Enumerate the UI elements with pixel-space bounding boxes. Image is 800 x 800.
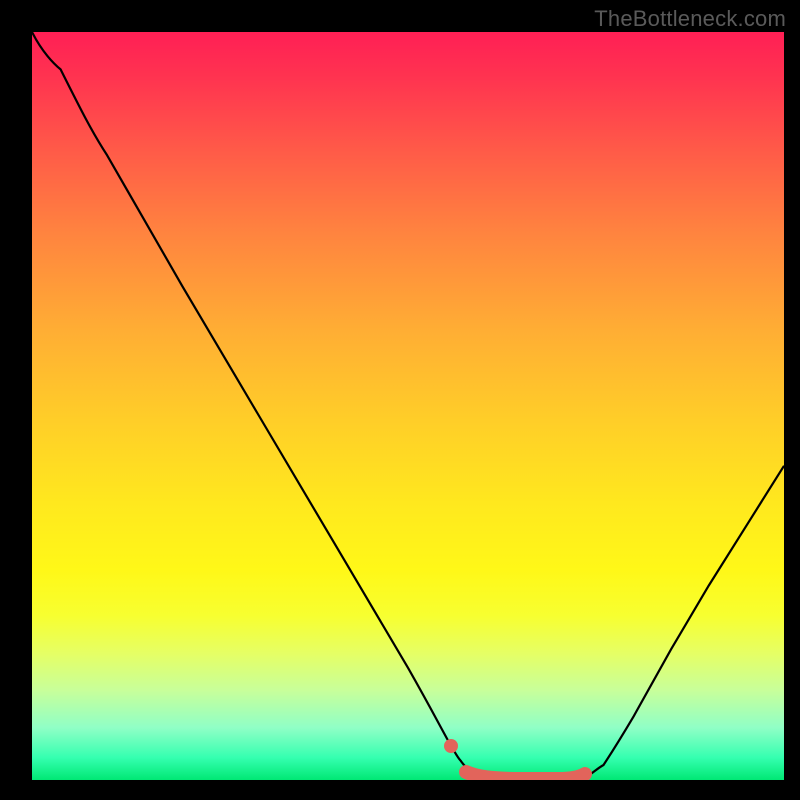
bottleneck-curve <box>32 32 784 779</box>
optimal-range-highlight <box>466 772 585 779</box>
optimal-start-dot <box>444 739 458 753</box>
watermark-text: TheBottleneck.com <box>594 6 786 32</box>
chart-svg <box>32 32 784 780</box>
plot-area <box>32 32 784 780</box>
chart-frame: TheBottleneck.com <box>0 0 800 800</box>
